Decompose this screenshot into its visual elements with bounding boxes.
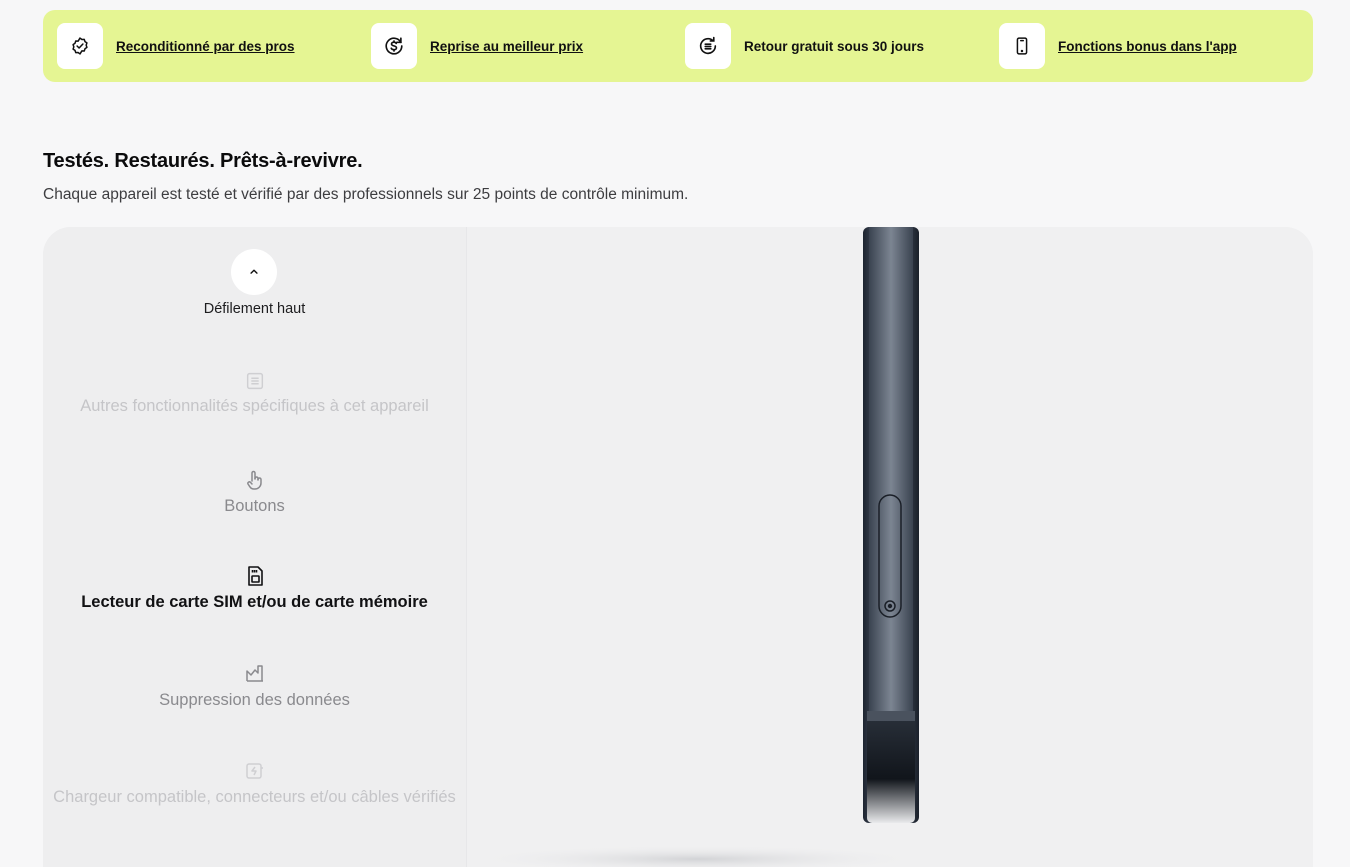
chevron-up-icon <box>250 269 258 274</box>
feature-refurbished-link[interactable]: Reconditionné par des pros <box>116 39 295 54</box>
checkpoint-label: Autres fonctionnalités spécifiques à cet… <box>80 397 429 415</box>
checkpoint-item-other-features[interactable]: Autres fonctionnalités spécifiques à cet… <box>43 370 466 420</box>
feature-free-return-label: Retour gratuit sous 30 jours <box>744 38 925 54</box>
phone-side-illustration <box>467 227 927 867</box>
benefits-banner: Reconditionné par des pros Reprise au me… <box>43 10 1313 82</box>
charger-icon <box>245 763 263 779</box>
checkpoint-label: Suppression des données <box>159 691 350 709</box>
hand-pointer-icon <box>246 470 262 490</box>
feature-app-bonus-link[interactable]: Fonctions bonus dans l'app <box>1058 39 1237 54</box>
badge-check-icon <box>57 23 103 69</box>
checkpoint-label: Boutons <box>224 497 285 515</box>
section-subtitle: Chaque appareil est testé et vérifié par… <box>43 186 689 203</box>
feature-refurbished[interactable]: Reconditionné par des pros <box>57 23 295 69</box>
feature-app-bonus[interactable]: Fonctions bonus dans l'app <box>999 23 1237 69</box>
checkpoint-label: Chargeur compatible, connecteurs et/ou c… <box>53 788 456 806</box>
checkpoint-label: Lecteur de carte SIM et/ou de carte mémo… <box>81 593 428 611</box>
dollar-refresh-icon <box>371 23 417 69</box>
list-icon <box>246 372 263 390</box>
checkpoint-list[interactable]: Défilement haut Autres fonctionnalités s… <box>43 227 467 867</box>
sim-card-icon <box>247 566 263 586</box>
feature-tradein[interactable]: Reprise au meilleur prix <box>371 23 583 69</box>
scroll-up-button[interactable] <box>231 249 277 295</box>
checkpoint-item-data-erase[interactable]: Suppression des données <box>43 662 466 714</box>
feature-tradein-link[interactable]: Reprise au meilleur prix <box>430 39 583 54</box>
section-title: Testés. Restaurés. Prêts-à-revivre. <box>43 150 363 172</box>
checkpoint-item-sim-reader[interactable]: Lecteur de carte SIM et/ou de carte mémo… <box>43 564 466 616</box>
device-viewer <box>467 227 1313 867</box>
checkpoint-item-buttons[interactable]: Boutons <box>43 468 466 520</box>
smartphone-icon <box>999 23 1045 69</box>
chart-erase-icon <box>245 665 263 682</box>
checkpoint-item-charger[interactable]: Chargeur compatible, connecteurs et/ou c… <box>43 759 466 811</box>
inspection-panel: Défilement haut Autres fonctionnalités s… <box>43 227 1313 867</box>
scroll-up-label: Défilement haut <box>203 301 306 317</box>
feature-free-return: Retour gratuit sous 30 jours <box>685 23 924 69</box>
return-cycle-icon <box>685 23 731 69</box>
